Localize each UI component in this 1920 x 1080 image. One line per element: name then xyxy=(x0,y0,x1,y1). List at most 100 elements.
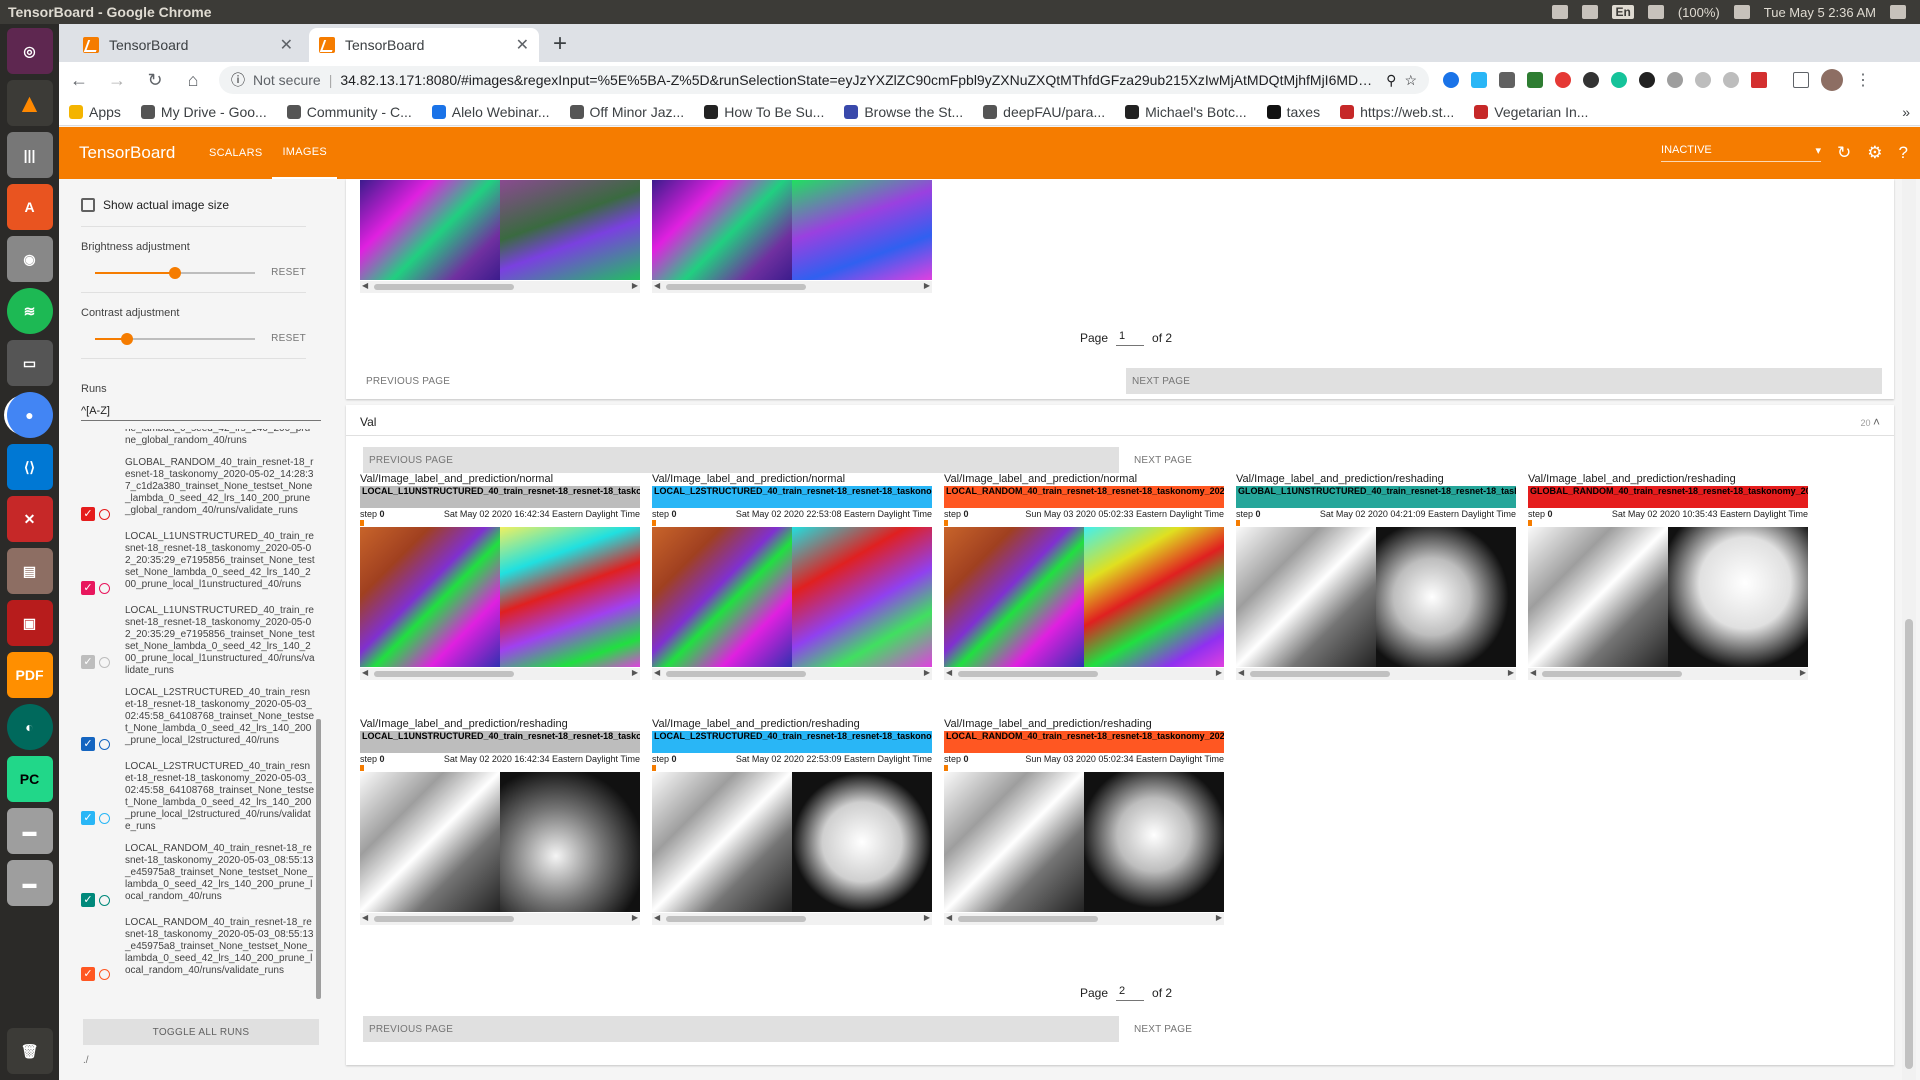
presentation-app-icon[interactable]: ▣ xyxy=(6,600,53,646)
globe-app-icon[interactable]: ◐ xyxy=(6,704,53,750)
run-checkbox[interactable]: ✓ xyxy=(81,737,95,751)
run-item[interactable]: ne_lambda_0_seed_42_lrs_140_200_prune_gl… xyxy=(81,429,321,447)
image-preview[interactable] xyxy=(360,180,640,280)
close-tab-icon[interactable]: ✕ xyxy=(280,35,293,55)
contrast-reset-button[interactable]: RESET xyxy=(271,333,306,344)
previous-page-button[interactable]: PREVIOUS PAGE xyxy=(360,368,980,394)
step-slider[interactable] xyxy=(360,520,640,526)
power-icon[interactable] xyxy=(1890,5,1906,19)
github-icon[interactable] xyxy=(1583,72,1599,88)
archive-app-icon[interactable]: ▤ xyxy=(6,548,53,594)
slider-thumb[interactable] xyxy=(944,765,948,771)
software-center-icon[interactable]: A xyxy=(6,184,53,230)
image-hscroll[interactable]: ◀ ▶ xyxy=(944,913,1224,925)
run-item[interactable]: ✓ LOCAL_L2STRUCTURED_40_train_resnet-18_r… xyxy=(81,761,321,833)
page-input[interactable]: 1 xyxy=(1116,330,1145,346)
extension-icon[interactable] xyxy=(1695,72,1711,88)
camera-app-icon[interactable]: ◉ xyxy=(6,236,53,282)
image-preview[interactable] xyxy=(652,772,932,912)
tab-scalars[interactable]: SCALARS xyxy=(199,127,272,179)
image-preview[interactable] xyxy=(652,527,932,667)
vscode-icon[interactable]: ⟨⟩ xyxy=(6,444,53,490)
slider-thumb[interactable] xyxy=(360,765,364,771)
extension-icon[interactable] xyxy=(1471,72,1487,88)
image-hscroll[interactable]: ◀ ▶ xyxy=(360,668,640,680)
step-slider[interactable] xyxy=(1236,520,1516,526)
run-checkbox[interactable]: ✓ xyxy=(81,581,95,595)
step-slider[interactable] xyxy=(652,520,932,526)
image-preview[interactable] xyxy=(360,527,640,667)
run-color-swatch[interactable] xyxy=(99,812,110,824)
reload-icon[interactable]: ↻ xyxy=(143,70,167,91)
extension-icon[interactable] xyxy=(1639,72,1655,88)
image-preview[interactable] xyxy=(944,527,1224,667)
run-item[interactable]: ✓ LOCAL_RANDOM_40_train_resnet-18_resnet-… xyxy=(81,843,321,907)
run-item[interactable]: ✓ LOCAL_L1UNSTRUCTURED_40_train_resnet-18… xyxy=(81,531,321,595)
runs-filter-input[interactable]: ^[A-Z] xyxy=(81,405,321,421)
inactive-plugins-dropdown[interactable]: INACTIVE ▾ xyxy=(1661,144,1822,162)
bookmark-star-icon[interactable]: ☆ xyxy=(1404,72,1417,89)
toggle-all-runs-button[interactable]: TOGGLE ALL RUNS xyxy=(83,1019,319,1045)
grammarly-icon[interactable] xyxy=(1611,72,1627,88)
image-preview[interactable] xyxy=(360,772,640,912)
main-scrollbar[interactable] xyxy=(1902,179,1916,1080)
clock[interactable]: Tue May 5 2:36 AM xyxy=(1764,5,1876,20)
brightness-reset-button[interactable]: RESET xyxy=(271,267,306,278)
extension-icon[interactable] xyxy=(1527,72,1543,88)
show-actual-size-checkbox[interactable]: Show actual image size xyxy=(81,198,306,212)
pycharm-icon[interactable]: PC xyxy=(6,756,53,802)
run-checkbox[interactable]: ✓ xyxy=(81,967,95,981)
image-hscroll[interactable]: ◀ ▶ xyxy=(652,668,932,680)
run-color-swatch[interactable] xyxy=(99,894,110,906)
image-hscroll[interactable]: ◀ ▶ xyxy=(944,668,1224,680)
image-hscroll[interactable]: ◀ ▶ xyxy=(652,913,932,925)
cast-icon[interactable] xyxy=(1793,72,1809,88)
run-item[interactable]: ✓ GLOBAL_RANDOM_40_train_resnet-18_resnet… xyxy=(81,457,321,521)
extension-icon[interactable] xyxy=(1751,72,1767,88)
image-hscroll[interactable]: ◀ ▶ xyxy=(1528,668,1808,680)
run-color-swatch[interactable] xyxy=(99,738,110,750)
run-item[interactable]: ✓ LOCAL_L1UNSTRUCTURED_40_train_resnet-18… xyxy=(81,605,321,677)
previous-page-button[interactable]: PREVIOUS PAGE xyxy=(363,1016,1119,1042)
contrast-slider[interactable] xyxy=(95,332,255,345)
chrome-menu-icon[interactable]: ⋮ xyxy=(1855,70,1871,90)
extension-icon[interactable] xyxy=(1443,72,1459,88)
files-app-icon[interactable]: ▭ xyxy=(6,340,53,386)
bookmark-item[interactable]: My Drive - Goo... xyxy=(140,104,267,120)
ubuntu-dash-icon[interactable]: ◎ xyxy=(6,28,53,74)
extension-icon[interactable] xyxy=(1499,72,1515,88)
run-color-swatch[interactable] xyxy=(99,508,110,520)
bookmark-item[interactable]: Off Minor Jaz... xyxy=(569,104,684,120)
bookmark-item[interactable]: https://web.st... xyxy=(1340,104,1454,120)
home-icon[interactable]: ⌂ xyxy=(181,70,205,91)
run-checkbox[interactable]: ✓ xyxy=(81,893,95,907)
run-color-swatch[interactable] xyxy=(99,968,110,980)
run-item[interactable]: ✓ LOCAL_RANDOM_40_train_resnet-18_resnet-… xyxy=(81,917,321,981)
image-hscroll[interactable]: ◀ ▶ xyxy=(360,913,640,925)
slider-thumb[interactable] xyxy=(360,520,364,526)
image-preview[interactable] xyxy=(652,180,932,280)
next-page-button[interactable]: NEXT PAGE xyxy=(1126,368,1882,394)
slider-thumb[interactable] xyxy=(944,520,948,526)
vlc-icon[interactable]: ▲ xyxy=(6,80,53,126)
drive-icon[interactable]: ▬ xyxy=(6,808,53,854)
extension-icon[interactable] xyxy=(1555,72,1571,88)
volume-icon[interactable] xyxy=(1733,5,1750,19)
slider-thumb[interactable] xyxy=(1236,520,1240,526)
spotify-icon[interactable]: ≋ xyxy=(6,288,53,334)
mixer-app-icon[interactable]: ||| xyxy=(6,132,53,178)
image-hscroll[interactable]: ◀ ▶ xyxy=(360,281,640,293)
step-slider[interactable] xyxy=(944,520,1224,526)
zoom-icon[interactable]: ⚲ xyxy=(1386,72,1396,89)
slider-thumb[interactable] xyxy=(1528,520,1532,526)
next-page-button[interactable]: NEXT PAGE xyxy=(1128,1016,1328,1042)
bookmark-item[interactable]: Vegetarian In... xyxy=(1474,104,1588,120)
chrome-icon[interactable]: ● xyxy=(6,392,53,438)
bookmark-item[interactable]: Alelo Webinar... xyxy=(431,104,550,120)
battery-indicator[interactable]: (100%) xyxy=(1678,5,1720,20)
settings-gear-icon[interactable]: ⚙ xyxy=(1867,143,1882,163)
help-icon[interactable]: ? xyxy=(1899,143,1908,163)
image-preview[interactable] xyxy=(944,772,1224,912)
address-bar[interactable]: ⓘ Not secure | 34.82.13.171:8080/#images… xyxy=(219,66,1429,94)
wifi-icon[interactable] xyxy=(1582,5,1599,19)
